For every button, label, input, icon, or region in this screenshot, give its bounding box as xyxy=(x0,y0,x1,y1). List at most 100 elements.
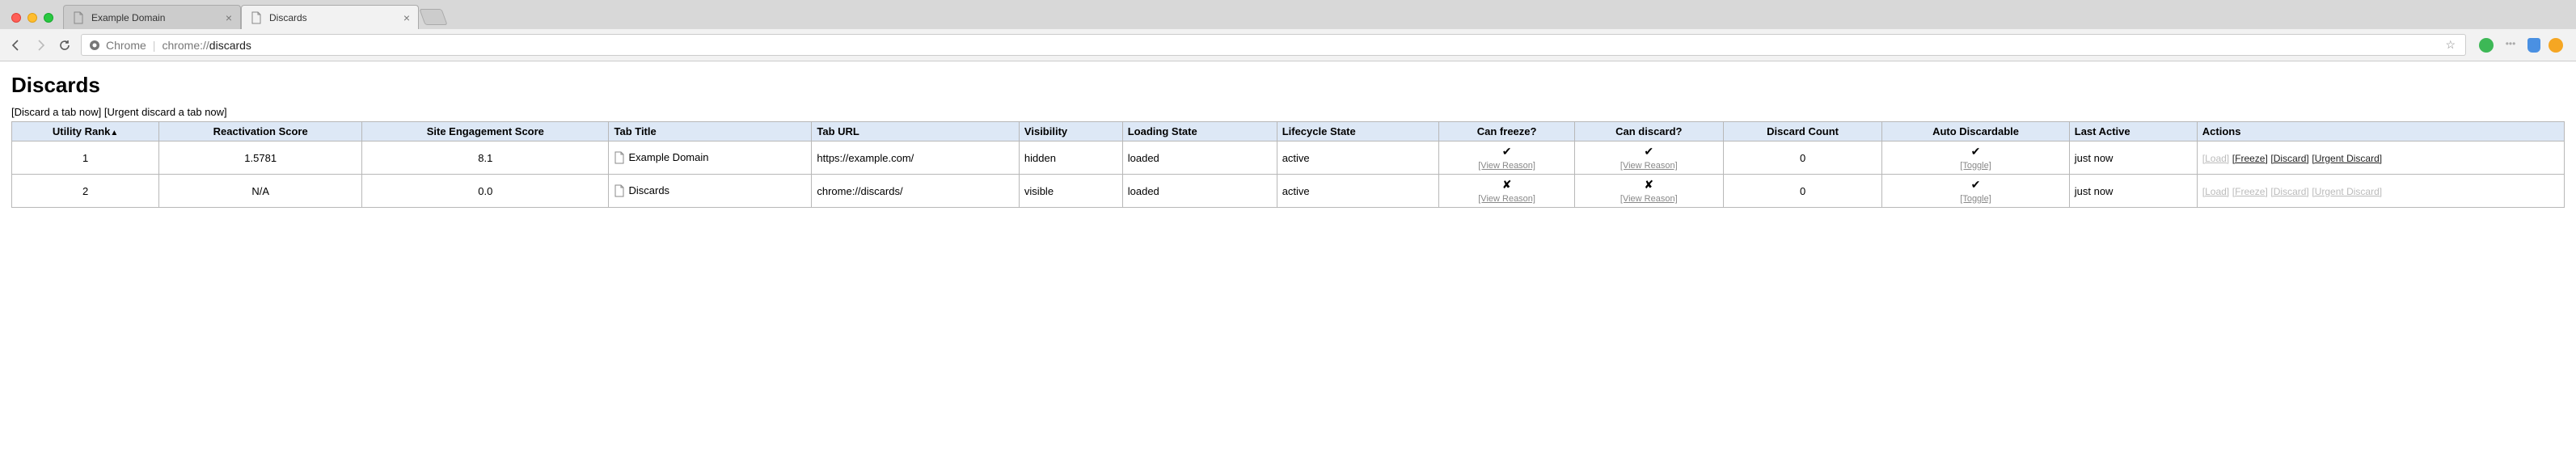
close-tab-icon[interactable]: × xyxy=(226,11,232,24)
cell-tab-title: Example Domain xyxy=(609,141,812,175)
browser-tab[interactable]: Example Domain × xyxy=(63,5,241,29)
col-last-active[interactable]: Last Active xyxy=(2069,122,2197,141)
shield-icon[interactable] xyxy=(2527,38,2540,53)
top-action-links: [Discard a tab now] [Urgent discard a ta… xyxy=(11,106,2565,118)
col-can-freeze[interactable]: Can freeze? xyxy=(1439,122,1574,141)
view-reason-link[interactable]: [View Reason] xyxy=(1620,194,1678,204)
url-host: chrome:// xyxy=(162,39,209,52)
cell-site-engagement: 8.1 xyxy=(362,141,609,175)
bookmark-star-icon[interactable]: ☆ xyxy=(2445,38,2456,52)
extension-overflow-icon[interactable]: ••• xyxy=(2502,38,2519,53)
cell-visibility: visible xyxy=(1019,175,1122,208)
cell-discard-count: 0 xyxy=(1723,141,1882,175)
discard-tab-now-link[interactable]: [Discard a tab now] xyxy=(11,106,101,118)
cell-discard-count: 0 xyxy=(1723,175,1882,208)
extension-icons: ••• xyxy=(2474,38,2568,53)
reload-button[interactable] xyxy=(57,37,73,53)
check-icon: ✘ xyxy=(1444,178,1569,192)
col-tab-title[interactable]: Tab Title xyxy=(609,122,812,141)
discard-action: [Discard] xyxy=(2270,186,2308,197)
load-action: [Load] xyxy=(2202,153,2229,164)
address-bar[interactable]: Chrome | chrome://discards ☆ xyxy=(81,34,2466,56)
urgent-discard-action[interactable]: [Urgent Discard] xyxy=(2312,153,2382,164)
col-tab-url[interactable]: Tab URL xyxy=(812,122,1020,141)
cell-can-discard: ✘ [View Reason] xyxy=(1574,175,1723,208)
url-path: discards xyxy=(209,39,251,52)
cell-can-discard: ✔ [View Reason] xyxy=(1574,141,1723,175)
col-visibility[interactable]: Visibility xyxy=(1019,122,1122,141)
cell-actions: [Load] [Freeze] [Discard] [Urgent Discar… xyxy=(2197,141,2564,175)
document-icon xyxy=(614,184,625,197)
minimize-window-button[interactable] xyxy=(27,13,37,23)
cell-auto-discardable: ✔ [Toggle] xyxy=(1882,175,2069,208)
arrow-left-icon xyxy=(10,39,23,52)
sort-ascending-icon: ▲ xyxy=(110,129,118,137)
check-icon: ✔ xyxy=(1580,145,1718,158)
col-auto-discardable[interactable]: Auto Discardable xyxy=(1882,122,2069,141)
cell-loading-state: loaded xyxy=(1122,175,1277,208)
col-can-discard[interactable]: Can discard? xyxy=(1574,122,1723,141)
new-tab-button[interactable] xyxy=(419,9,447,25)
forward-button[interactable] xyxy=(32,37,49,53)
tab-title: Discards xyxy=(269,12,397,23)
cell-tab-title: Discards xyxy=(609,175,812,208)
back-button[interactable] xyxy=(8,37,24,53)
col-discard-count[interactable]: Discard Count xyxy=(1723,122,1882,141)
urgent-discard-tab-now-link[interactable]: [Urgent discard a tab now] xyxy=(104,106,227,118)
cell-actions: [Load] [Freeze] [Discard] [Urgent Discar… xyxy=(2197,175,2564,208)
check-icon: ✔ xyxy=(1887,145,2063,158)
cell-last-active: just now xyxy=(2069,175,2197,208)
page-title: Discards xyxy=(11,73,2565,98)
freeze-action: [Freeze] xyxy=(2232,186,2268,197)
discard-action[interactable]: [Discard] xyxy=(2270,153,2308,164)
col-reactivation-score[interactable]: Reactivation Score xyxy=(159,122,362,141)
toggle-link[interactable]: [Toggle] xyxy=(1960,194,1991,204)
cell-reactivation-score: 1.5781 xyxy=(159,141,362,175)
col-loading-state[interactable]: Loading State xyxy=(1122,122,1277,141)
urgent-discard-action: [Urgent Discard] xyxy=(2312,186,2382,197)
cell-can-freeze: ✘ [View Reason] xyxy=(1439,175,1574,208)
cell-visibility: hidden xyxy=(1019,141,1122,175)
page-content: Discards [Discard a tab now] [Urgent dis… xyxy=(0,61,2576,219)
close-tab-icon[interactable]: × xyxy=(403,11,410,24)
extension-icon-2[interactable] xyxy=(2549,38,2563,53)
view-reason-link[interactable]: [View Reason] xyxy=(1620,161,1678,171)
extension-icon-1[interactable] xyxy=(2479,38,2494,53)
window-controls xyxy=(6,13,63,29)
check-icon: ✘ xyxy=(1580,178,1718,192)
cell-reactivation-score: N/A xyxy=(159,175,362,208)
document-icon xyxy=(614,151,625,164)
discards-table: Utility Rank▲ Reactivation Score Site En… xyxy=(11,121,2565,208)
cell-lifecycle-state: active xyxy=(1277,175,1439,208)
view-reason-link[interactable]: [View Reason] xyxy=(1478,194,1535,204)
col-utility-rank[interactable]: Utility Rank▲ xyxy=(12,122,159,141)
close-window-button[interactable] xyxy=(11,13,21,23)
toggle-link[interactable]: [Toggle] xyxy=(1960,161,1991,171)
cell-can-freeze: ✔ [View Reason] xyxy=(1439,141,1574,175)
cell-utility-rank: 2 xyxy=(12,175,159,208)
cell-last-active: just now xyxy=(2069,141,2197,175)
check-icon: ✔ xyxy=(1887,178,2063,192)
cell-tab-url: https://example.com/ xyxy=(812,141,1020,175)
browser-chrome: Example Domain × Discards × Chrome | chrome… xyxy=(0,0,2576,61)
table-header-row: Utility Rank▲ Reactivation Score Site En… xyxy=(12,122,2565,141)
col-site-engagement[interactable]: Site Engagement Score xyxy=(362,122,609,141)
view-reason-link[interactable]: [View Reason] xyxy=(1478,161,1535,171)
col-actions[interactable]: Actions xyxy=(2197,122,2564,141)
tab-title: Example Domain xyxy=(91,12,219,23)
browser-tab[interactable]: Discards × xyxy=(241,5,419,29)
check-icon: ✔ xyxy=(1444,145,1569,158)
table-row: 2N/A0.0Discardschrome://discards/visible… xyxy=(12,175,2565,208)
cell-loading-state: loaded xyxy=(1122,141,1277,175)
cell-site-engagement: 0.0 xyxy=(362,175,609,208)
col-lifecycle-state[interactable]: Lifecycle State xyxy=(1277,122,1439,141)
arrow-right-icon xyxy=(34,39,47,52)
cell-utility-rank: 1 xyxy=(12,141,159,175)
tab-strip: Example Domain × Discards × xyxy=(0,0,2576,29)
freeze-action[interactable]: [Freeze] xyxy=(2232,153,2268,164)
table-row: 11.57818.1Example Domainhttps://example.… xyxy=(12,141,2565,175)
maximize-window-button[interactable] xyxy=(44,13,53,23)
toolbar: Chrome | chrome://discards ☆ ••• xyxy=(0,29,2576,61)
cell-lifecycle-state: active xyxy=(1277,141,1439,175)
document-icon xyxy=(72,11,85,24)
